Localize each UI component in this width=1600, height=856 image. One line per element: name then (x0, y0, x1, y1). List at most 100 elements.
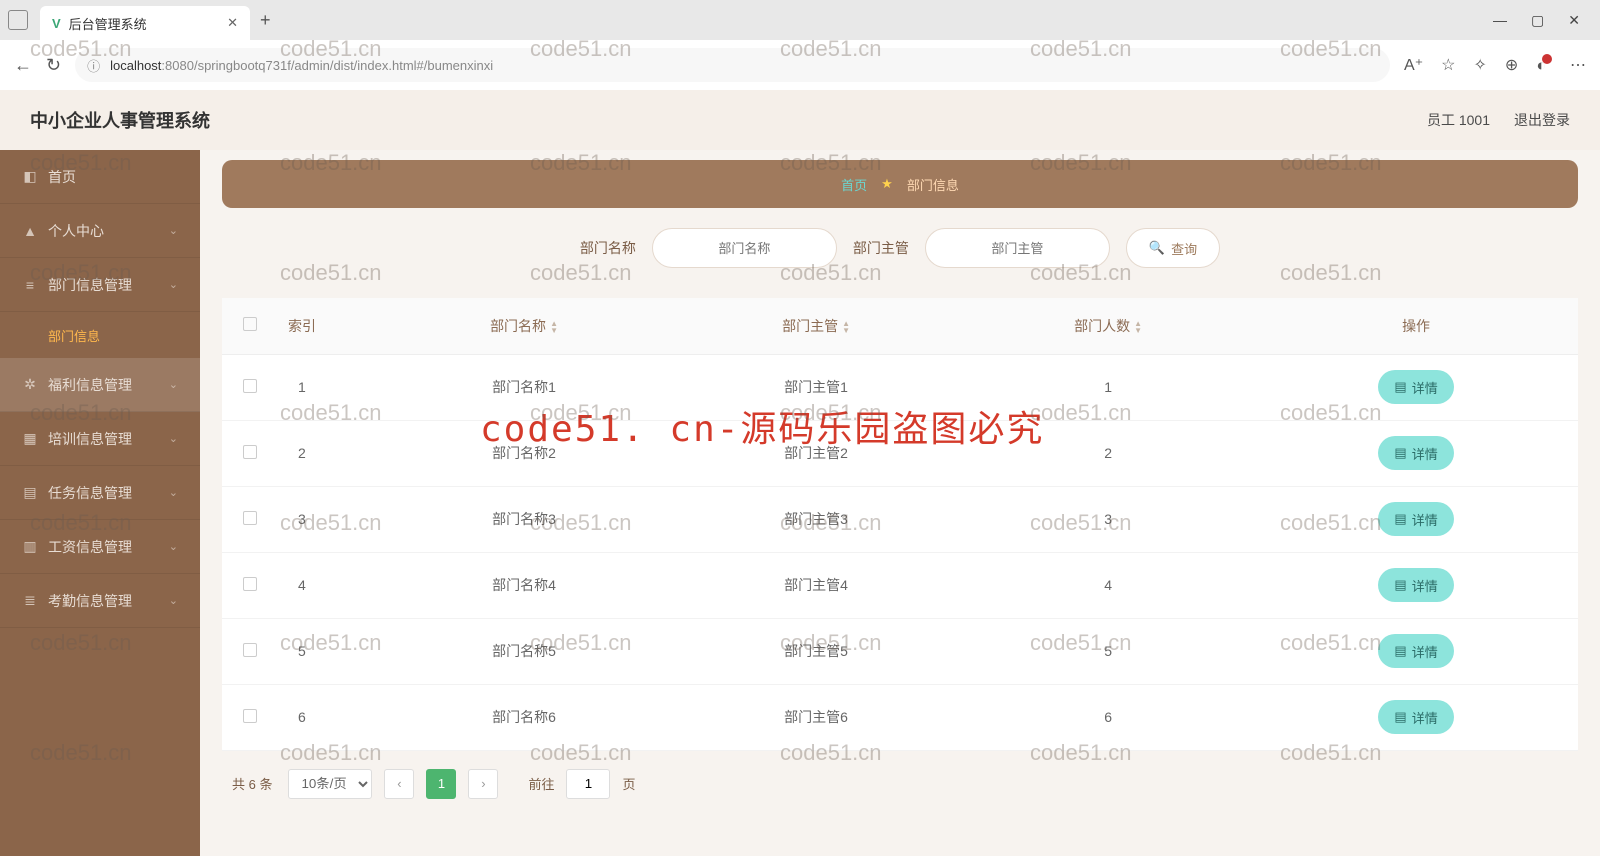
menu-icon: ▦ (22, 430, 38, 447)
sidebar-item[interactable]: ≡部门信息管理⌄ (0, 258, 200, 312)
sidebar-item[interactable]: ▤任务信息管理⌄ (0, 466, 200, 520)
close-tab-icon[interactable]: ✕ (227, 15, 238, 31)
doc-icon: ▤ (1394, 445, 1406, 461)
back-icon[interactable]: ← (14, 55, 32, 76)
app-title: 中小企业人事管理系统 (30, 107, 210, 133)
doc-icon: ▤ (1394, 577, 1406, 593)
cell-count: 4 (962, 552, 1254, 618)
site-info-icon[interactable]: ⓘ (87, 56, 100, 75)
cell-manager: 部门主管4 (670, 552, 962, 618)
sidebar-item[interactable]: ▥ 工资信息管理 ⌄ (0, 520, 200, 574)
cell-index: 5 (278, 618, 378, 684)
row-checkbox[interactable] (243, 379, 257, 393)
chevron-down-icon: ⌄ (169, 432, 178, 445)
page-number-button[interactable]: 1 (426, 769, 456, 799)
prev-page-button[interactable]: ‹ (384, 769, 414, 799)
sidebar-item[interactable]: ▦培训信息管理⌄ (0, 412, 200, 466)
search-input-name[interactable] (652, 228, 837, 268)
column-name[interactable]: 部门名称▲▼ (378, 298, 670, 354)
main-content: 首页 ★ 部门信息 部门名称 部门主管 🔍 查询 索引 部门名称▲▼ (200, 150, 1600, 856)
favorites-icon[interactable]: ✧ (1474, 55, 1487, 75)
menu-icon: ≣ (22, 592, 38, 609)
detail-button[interactable]: ▤详情 (1378, 370, 1453, 404)
star-icon[interactable]: ☆ (1441, 55, 1455, 75)
page-size-select[interactable]: 10条/页 (288, 769, 372, 799)
favicon-icon: V (52, 16, 61, 31)
close-window-icon[interactable]: ✕ (1568, 12, 1580, 29)
browser-tab[interactable]: V 后台管理系统 ✕ (40, 6, 250, 40)
maximize-icon[interactable]: ▢ (1531, 12, 1544, 29)
next-page-button[interactable]: › (468, 769, 498, 799)
row-checkbox[interactable] (243, 709, 257, 723)
url-host: localhost (110, 58, 161, 73)
cell-name: 部门名称1 (378, 354, 670, 420)
sidebar-item[interactable]: ▲个人中心⌄ (0, 204, 200, 258)
doc-icon: ▤ (1394, 511, 1406, 527)
sidebar-item-label: 福利信息管理 (48, 375, 132, 395)
breadcrumb-current: 部门信息 (907, 175, 959, 194)
minimize-icon[interactable]: — (1493, 12, 1507, 29)
refresh-icon[interactable]: ↻ (46, 55, 61, 76)
menu-icon: ▥ (22, 538, 38, 555)
cell-count: 6 (962, 684, 1254, 750)
url-port: :8080 (161, 58, 194, 73)
detail-button[interactable]: ▤详情 (1378, 634, 1453, 668)
collections-icon[interactable]: ⊕ (1505, 55, 1518, 75)
cell-count: 2 (962, 420, 1254, 486)
search-label-name: 部门名称 (580, 238, 636, 258)
profile-icon[interactable]: ◐ (1536, 54, 1552, 75)
sidebar: ◧首页▲个人中心⌄≡部门信息管理⌄部门信息✲福利信息管理⌄▦培训信息管理⌄▤任务… (0, 150, 200, 856)
column-count[interactable]: 部门人数▲▼ (962, 298, 1254, 354)
browser-chrome: V 后台管理系统 ✕ + — ▢ ✕ ← ↻ ⓘ localhost:8080/… (0, 0, 1600, 90)
sort-icon[interactable]: ▲▼ (842, 320, 850, 334)
user-label[interactable]: 员工 1001 (1427, 110, 1490, 130)
more-icon[interactable]: ⋯ (1570, 55, 1586, 75)
new-tab-button[interactable]: + (260, 10, 271, 31)
cell-name: 部门名称4 (378, 552, 670, 618)
address-input[interactable]: ⓘ localhost:8080/springbootq731f/admin/d… (75, 48, 1390, 82)
sidebar-item[interactable]: ≣考勤信息管理⌄ (0, 574, 200, 628)
read-aloud-icon[interactable]: A⁺ (1404, 55, 1423, 75)
detail-button[interactable]: ▤ 详情 (1378, 568, 1453, 602)
sidebar-item-label: 任务信息管理 (48, 483, 132, 503)
cell-manager: 部门主管2 (670, 420, 962, 486)
breadcrumb-home[interactable]: 首页 (841, 175, 867, 194)
row-checkbox[interactable] (243, 511, 257, 525)
address-bar: ← ↻ ⓘ localhost:8080/springbootq731f/adm… (0, 40, 1600, 90)
cell-manager: 部门主管5 (670, 618, 962, 684)
tab-bar: V 后台管理系统 ✕ + — ▢ ✕ (0, 0, 1600, 40)
detail-label: 详情 (1412, 510, 1438, 529)
sidebar-item-label: 个人中心 (48, 221, 104, 241)
detail-button[interactable]: ▤详情 (1378, 436, 1453, 470)
detail-button[interactable]: ▤详情 (1378, 700, 1453, 734)
tab-overview-icon[interactable] (8, 10, 28, 30)
jump-input[interactable] (566, 769, 610, 799)
table-header-row: 索引 部门名称▲▼ 部门主管▲▼ 部门人数▲▼ 操作 (222, 298, 1578, 354)
search-input-manager[interactable] (925, 228, 1110, 268)
row-checkbox[interactable] (243, 643, 257, 657)
cell-manager: 部门主管3 (670, 486, 962, 552)
column-manager[interactable]: 部门主管▲▼ (670, 298, 962, 354)
sidebar-item[interactable]: ◧首页 (0, 150, 200, 204)
chevron-down-icon: ⌄ (169, 378, 178, 391)
sidebar-item[interactable]: ✲福利信息管理⌄ (0, 358, 200, 412)
search-button[interactable]: 🔍 查询 (1126, 228, 1220, 268)
sort-icon[interactable]: ▲▼ (550, 320, 558, 334)
menu-icon: ▲ (22, 223, 38, 239)
sidebar-subitem[interactable]: 部门信息 (0, 312, 200, 358)
sidebar-item-label: 部门信息管理 (48, 275, 132, 295)
cell-index: 3 (278, 486, 378, 552)
url-path: /springbootq731f/admin/dist/index.html#/… (194, 58, 493, 73)
detail-label: 详情 (1412, 576, 1438, 595)
detail-button[interactable]: ▤ 详情 (1378, 502, 1453, 536)
logout-link[interactable]: 退出登录 (1514, 110, 1570, 130)
column-index[interactable]: 索引 (278, 298, 378, 354)
row-checkbox[interactable] (243, 445, 257, 459)
sort-icon[interactable]: ▲▼ (1134, 320, 1142, 334)
cell-count: 3 (962, 486, 1254, 552)
select-all-checkbox[interactable] (243, 317, 257, 331)
search-label-manager: 部门主管 (853, 238, 909, 258)
sidebar-item-label: 工资信息管理 (48, 537, 132, 557)
row-checkbox[interactable] (243, 577, 257, 591)
chevron-down-icon: ⌄ (169, 540, 178, 553)
